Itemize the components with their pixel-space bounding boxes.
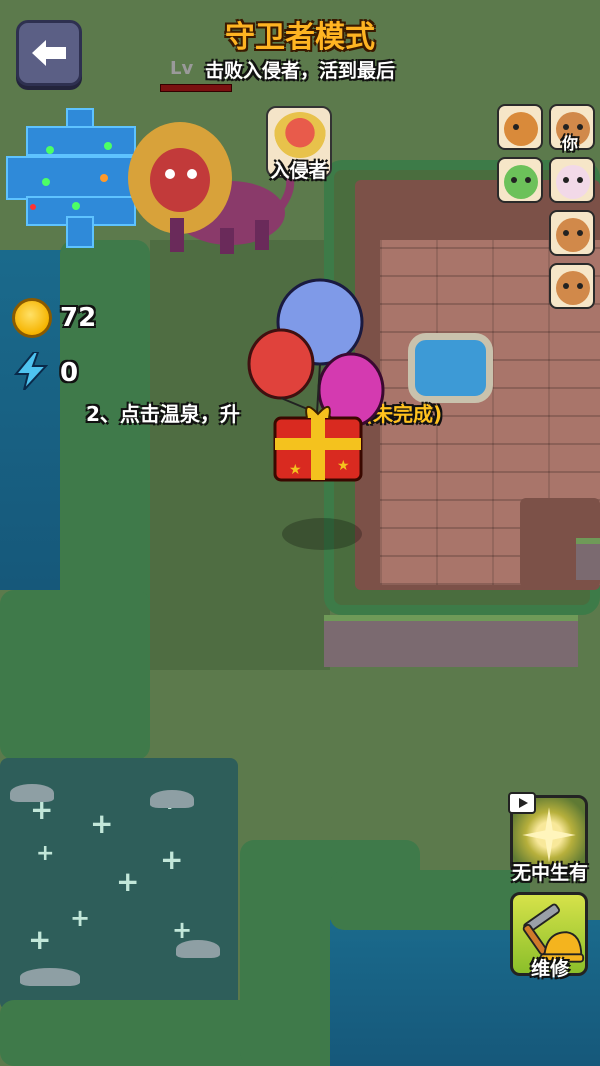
capybara-pilot-avatar-icon	[556, 218, 590, 252]
eye	[511, 177, 517, 183]
player-avatar-6[interactable]	[549, 263, 595, 309]
player-avatar-4[interactable]	[549, 157, 595, 203]
energy-counter: 0	[13, 351, 79, 394]
minimap-self-dot	[100, 174, 108, 182]
sparkle-icon: +	[70, 904, 91, 932]
eye	[563, 177, 569, 183]
room-ledge	[324, 615, 578, 667]
room-ledge-right	[576, 538, 600, 580]
sparkle-icon: +	[28, 923, 52, 956]
minimap-enemy-dot	[30, 204, 36, 210]
minimap-player-dot	[42, 178, 50, 186]
eye	[577, 283, 583, 289]
skill-repair-label: 维修	[530, 958, 569, 980]
capybara-frog-avatar-icon	[504, 165, 538, 199]
svg-text:★: ★	[289, 462, 302, 478]
invader-health-bar	[160, 84, 232, 92]
rock	[10, 784, 54, 802]
eye	[513, 124, 519, 130]
minimap-player-dot	[104, 142, 112, 150]
invader-label: 入侵者	[270, 160, 328, 182]
energy-value: 0	[60, 358, 79, 388]
lightning-icon	[13, 351, 49, 394]
eye	[525, 177, 531, 183]
eye	[577, 177, 583, 183]
hot-spring[interactable]	[408, 333, 493, 403]
skill-create-from-nothing-label: 无中生有	[511, 862, 588, 884]
sparkle-icon: +	[36, 841, 55, 866]
bottom-left-hedge	[0, 590, 150, 760]
task-description-start: 2、点击温泉，升	[86, 402, 240, 426]
eye	[563, 283, 569, 289]
coin-icon	[12, 298, 52, 338]
page-subtitle: 击败入侵者，活到最后	[204, 60, 395, 82]
capybara-unicorn-avatar-icon	[556, 165, 590, 199]
game-stage[interactable]: + + + + + + + + + Lv	[0, 0, 600, 1066]
sparkle-icon: +	[160, 843, 184, 876]
coin-value: 72	[60, 303, 97, 333]
rock	[20, 968, 80, 986]
eye	[563, 230, 569, 236]
minimap-player-dot	[46, 146, 54, 154]
invader-portrait-icon	[274, 112, 326, 158]
player-avatar-3[interactable]	[497, 157, 543, 203]
balloon-gift-icon[interactable]: ★ ★	[245, 278, 390, 488]
player-avatar-1[interactable]	[497, 104, 543, 150]
sparkle-icon: +	[116, 865, 140, 898]
capybara-dino-avatar-icon	[504, 112, 538, 146]
player-avatar-5[interactable]	[549, 210, 595, 256]
sparkle-icon: +	[90, 807, 114, 840]
rock	[150, 790, 194, 808]
coin-counter: 72	[12, 298, 96, 338]
gift-shadow	[282, 518, 362, 550]
page-title: 守卫者模式	[225, 20, 375, 55]
you-tag: 你	[562, 134, 579, 153]
rock	[176, 940, 220, 958]
capybara-pilot-avatar-icon	[556, 271, 590, 305]
video-ad-icon	[508, 792, 536, 814]
sparkle-icon: +	[172, 916, 193, 944]
svg-text:★: ★	[337, 458, 350, 474]
minimap-room	[66, 216, 94, 248]
eye	[577, 230, 583, 236]
minimap-player-dot	[72, 202, 80, 210]
